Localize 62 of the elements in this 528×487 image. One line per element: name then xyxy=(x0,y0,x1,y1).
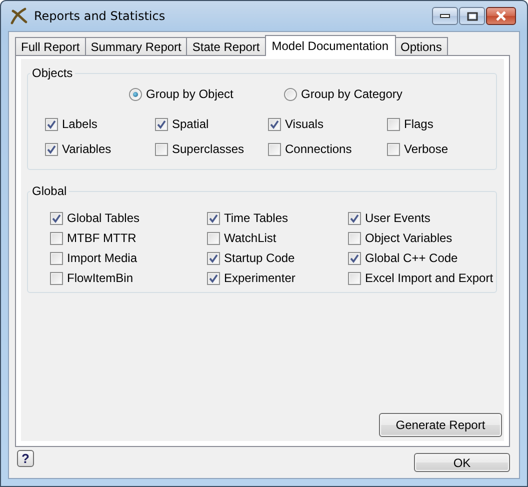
checkbox-label: Startup Code xyxy=(224,251,295,265)
checkbox-label: Labels xyxy=(62,117,98,131)
window-title: Reports and Statistics xyxy=(34,9,166,23)
checkbox-label: Flags xyxy=(404,117,434,131)
checkbox[interactable] xyxy=(207,232,220,244)
checkbox-label: FlowItemBin xyxy=(67,271,134,285)
checkbox[interactable] xyxy=(50,252,63,264)
close-button[interactable] xyxy=(486,7,516,25)
checkbox-label: Verbose xyxy=(404,142,448,156)
group-title: Objects xyxy=(30,66,75,80)
checkbox[interactable] xyxy=(348,272,361,284)
tab[interactable]: Full Report xyxy=(15,37,86,55)
app-icon xyxy=(10,7,28,25)
tab[interactable]: State Report xyxy=(186,37,266,55)
checkbox[interactable] xyxy=(348,232,361,244)
checkbox[interactable] xyxy=(50,212,63,224)
checkbox[interactable] xyxy=(387,142,400,156)
checkbox-label: User Events xyxy=(365,211,430,225)
checkbox-label: Superclasses xyxy=(172,142,244,156)
minimize-button[interactable] xyxy=(432,7,458,25)
maximize-icon xyxy=(466,12,478,20)
checkbox[interactable] xyxy=(45,142,58,156)
checkbox-label: Connections xyxy=(285,142,352,156)
tab[interactable]: Options xyxy=(394,37,448,55)
checkbox-label: Variables xyxy=(62,142,112,156)
checkbox-label: Visuals xyxy=(285,117,324,131)
radio-label: Group by Category xyxy=(301,87,402,101)
checkbox[interactable] xyxy=(387,118,400,130)
help-button[interactable]: ? xyxy=(17,450,34,467)
checkbox[interactable] xyxy=(207,272,220,284)
checkbox-label: Experimenter xyxy=(224,271,296,285)
tab[interactable]: Summary Report xyxy=(84,37,188,55)
close-icon xyxy=(495,11,507,21)
checkbox[interactable] xyxy=(348,252,361,264)
checkbox[interactable] xyxy=(268,142,281,156)
radio-button[interactable] xyxy=(284,88,297,100)
checkbox[interactable] xyxy=(207,252,220,264)
checkbox-label: MTBF MTTR xyxy=(67,231,136,245)
generate-report-button[interactable]: Generate Report xyxy=(379,413,502,437)
minimize-icon xyxy=(440,14,450,18)
checkbox-label: Spatial xyxy=(172,117,209,131)
checkbox[interactable] xyxy=(50,272,63,284)
checkbox-label: Import Media xyxy=(67,251,138,265)
checkbox-label: Time Tables xyxy=(224,211,288,225)
checkbox[interactable] xyxy=(155,142,168,156)
radio-button[interactable] xyxy=(129,88,142,100)
group-title: Global xyxy=(30,184,69,198)
ok-button[interactable]: OK xyxy=(414,453,510,472)
tab[interactable]: Model Documentation xyxy=(264,35,396,56)
maximize-button[interactable] xyxy=(459,7,485,25)
checkbox-label: Excel Import and Export xyxy=(365,271,494,285)
checkbox-label: WatchList xyxy=(224,231,276,245)
checkbox-label: Object Variables xyxy=(365,231,452,245)
checkbox[interactable] xyxy=(45,118,58,130)
checkbox[interactable] xyxy=(50,232,63,244)
checkbox-label: Global Tables xyxy=(67,211,140,225)
checkbox[interactable] xyxy=(155,118,168,130)
checkbox[interactable] xyxy=(268,118,281,130)
radio-label: Group by Object xyxy=(146,87,234,101)
checkbox[interactable] xyxy=(348,212,361,224)
checkbox-label: Global C++ Code xyxy=(365,251,458,265)
checkbox[interactable] xyxy=(207,212,220,224)
